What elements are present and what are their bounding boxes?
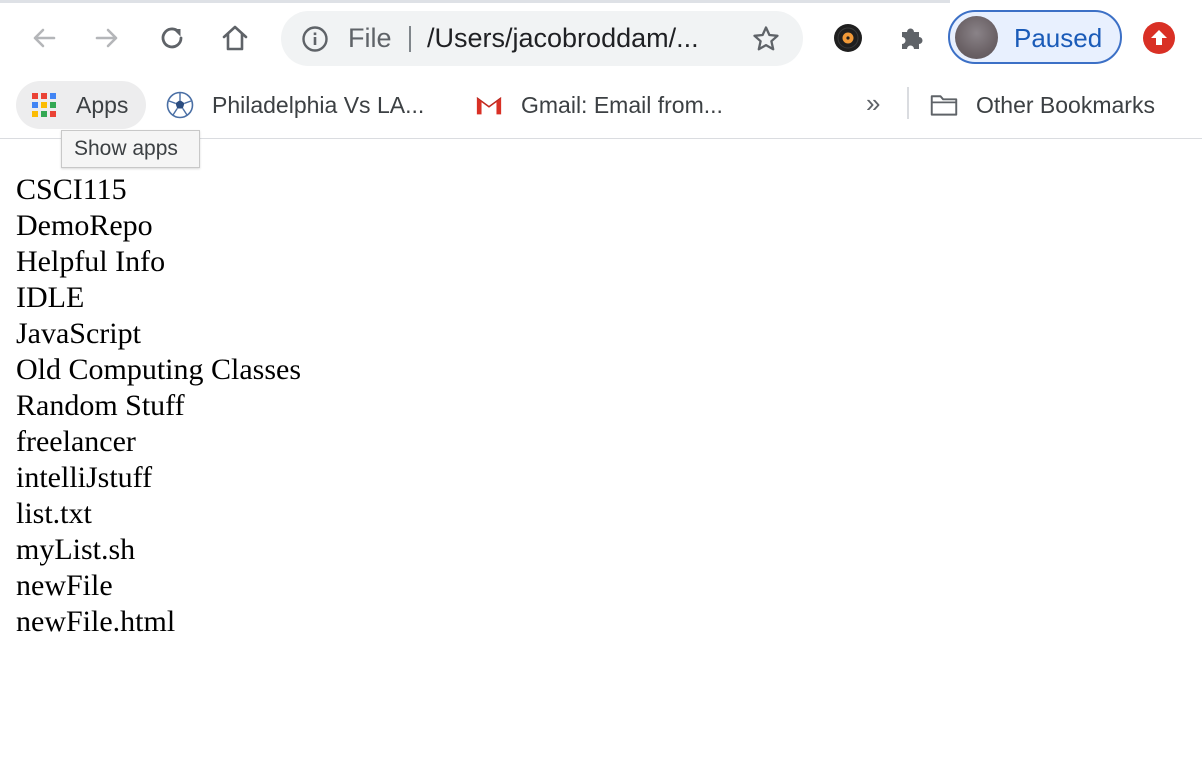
- extension-vinyl-button[interactable]: [830, 20, 866, 56]
- bookmark-star-button[interactable]: [751, 24, 781, 54]
- url-scheme-label: File: [348, 23, 392, 53]
- list-item: JavaScript: [16, 317, 141, 350]
- update-button[interactable]: [1143, 22, 1175, 54]
- address-bar[interactable]: File /Users/jacobroddam/...: [281, 11, 803, 66]
- browser-toolbar: File /Users/jacobroddam/... Paused: [0, 0, 1202, 78]
- bookmark-label: Philadelphia Vs LA...: [212, 91, 425, 118]
- bookmark-philadelphia[interactable]: Philadelphia Vs LA...: [166, 81, 424, 129]
- reload-icon: [161, 27, 183, 49]
- list-item: newFile: [16, 569, 113, 602]
- vinyl-record-icon: [834, 24, 862, 52]
- avatar: [955, 16, 998, 59]
- arrow-right-icon: [95, 28, 118, 48]
- list-item: myList.sh: [16, 533, 136, 566]
- other-bookmarks-folder[interactable]: Other Bookmarks: [930, 81, 1155, 129]
- bookmarks-overflow-button[interactable]: »: [866, 90, 880, 116]
- list-item: CSCI115: [16, 173, 127, 206]
- arrow-left-icon: [33, 28, 56, 48]
- extensions-button[interactable]: [894, 20, 930, 56]
- info-circle-icon: [302, 26, 328, 52]
- directory-listing: CSCI115 DemoRepo Helpful Info IDLE JavaScrip…: [16, 172, 301, 640]
- apps-shortcut[interactable]: Apps: [16, 81, 146, 129]
- site-info-icon[interactable]: [301, 25, 329, 53]
- list-item: DemoRepo: [16, 209, 153, 242]
- bookmark-label: Gmail: Email from...: [521, 91, 723, 118]
- omnibox-divider: [409, 26, 411, 52]
- list-item: Old Computing Classes: [16, 353, 302, 386]
- reload-button[interactable]: [154, 20, 190, 56]
- profile-status-label: Paused: [1014, 23, 1103, 53]
- back-button[interactable]: [26, 20, 62, 56]
- list-item: IDLE: [16, 281, 85, 314]
- list-item: newFile.html: [16, 605, 176, 638]
- star-icon: [753, 26, 779, 51]
- arrow-up-icon: [1151, 30, 1167, 45]
- list-item: intelliJstuff: [16, 461, 153, 494]
- url-text[interactable]: /Users/jacobroddam/...: [427, 23, 699, 53]
- list-item: list.txt: [16, 497, 92, 530]
- list-item: Random Stuff: [16, 389, 185, 422]
- apps-tooltip: Show apps: [61, 130, 200, 168]
- profile-button[interactable]: Paused: [948, 10, 1122, 64]
- list-item: Helpful Info: [16, 245, 166, 278]
- home-icon: [222, 25, 248, 51]
- folder-icon: [930, 91, 958, 119]
- apps-label: Apps: [76, 91, 129, 118]
- tab-strip-edge: [0, 0, 1202, 3]
- puzzle-piece-icon: [902, 28, 923, 49]
- other-bookmarks-label: Other Bookmarks: [976, 91, 1155, 118]
- forward-button[interactable]: [89, 20, 125, 56]
- gmail-icon: [475, 91, 503, 119]
- list-item: freelancer: [16, 425, 136, 458]
- bookmarks-divider: [907, 87, 909, 119]
- bookmark-gmail[interactable]: Gmail: Email from...: [475, 81, 723, 129]
- home-button[interactable]: [217, 20, 253, 56]
- soccer-ball-icon: [166, 91, 194, 119]
- apps-grid-icon: [30, 91, 58, 119]
